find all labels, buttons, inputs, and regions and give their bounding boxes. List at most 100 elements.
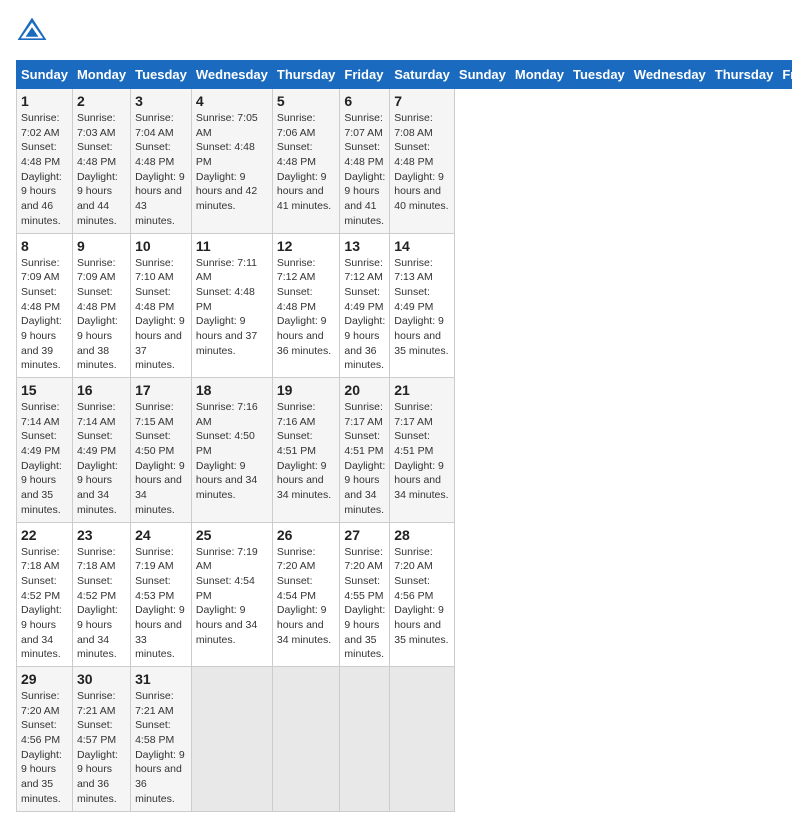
calendar-week-row: 15 Sunrise: 7:14 AM Sunset: 4:49 PM Dayl…: [17, 378, 792, 523]
day-info: Sunrise: 7:19 AM Sunset: 4:53 PM Dayligh…: [135, 545, 187, 663]
calendar-cell: 12 Sunrise: 7:12 AM Sunset: 4:48 PM Dayl…: [272, 233, 340, 378]
sunrise-label: Sunrise: 7:03 AM: [77, 112, 116, 139]
calendar-cell: 13 Sunrise: 7:12 AM Sunset: 4:49 PM Dayl…: [340, 233, 390, 378]
sunrise-label: Sunrise: 7:20 AM: [344, 546, 383, 573]
day-info: Sunrise: 7:12 AM Sunset: 4:49 PM Dayligh…: [344, 256, 385, 374]
calendar-cell: 3 Sunrise: 7:04 AM Sunset: 4:48 PM Dayli…: [131, 89, 192, 234]
sunset-label: Sunset: 4:57 PM: [77, 719, 116, 746]
day-of-week-header: Wednesday: [629, 61, 710, 89]
sunrise-label: Sunrise: 7:09 AM: [21, 257, 60, 284]
calendar-cell: [272, 667, 340, 812]
calendar-cell: 23 Sunrise: 7:18 AM Sunset: 4:52 PM Dayl…: [72, 522, 130, 667]
day-info: Sunrise: 7:16 AM Sunset: 4:51 PM Dayligh…: [277, 400, 336, 503]
day-number: 23: [77, 527, 126, 543]
day-number: 15: [21, 382, 68, 398]
day-info: Sunrise: 7:07 AM Sunset: 4:48 PM Dayligh…: [344, 111, 385, 229]
day-info: Sunrise: 7:12 AM Sunset: 4:48 PM Dayligh…: [277, 256, 336, 359]
calendar-cell: 2 Sunrise: 7:03 AM Sunset: 4:48 PM Dayli…: [72, 89, 130, 234]
day-info: Sunrise: 7:18 AM Sunset: 4:52 PM Dayligh…: [21, 545, 68, 663]
daylight-label: Daylight: 9 hours and 34 minutes.: [77, 604, 118, 660]
day-info: Sunrise: 7:08 AM Sunset: 4:48 PM Dayligh…: [394, 111, 450, 214]
day-info: Sunrise: 7:03 AM Sunset: 4:48 PM Dayligh…: [77, 111, 126, 229]
calendar-cell: 26 Sunrise: 7:20 AM Sunset: 4:54 PM Dayl…: [272, 522, 340, 667]
day-number: 27: [344, 527, 385, 543]
calendar-cell: [340, 667, 390, 812]
day-info: Sunrise: 7:20 AM Sunset: 4:56 PM Dayligh…: [394, 545, 450, 648]
sunrise-label: Sunrise: 7:20 AM: [394, 546, 433, 573]
calendar-cell: 25 Sunrise: 7:19 AM Sunset: 4:54 PM Dayl…: [191, 522, 272, 667]
sunrise-label: Sunrise: 7:20 AM: [277, 546, 316, 573]
sunset-label: Sunset: 4:48 PM: [77, 286, 116, 313]
sunset-label: Sunset: 4:49 PM: [21, 430, 60, 457]
day-of-week-header: Friday: [778, 61, 792, 89]
daylight-label: Daylight: 9 hours and 34 minutes.: [196, 460, 257, 501]
sunset-label: Sunset: 4:53 PM: [135, 575, 174, 602]
calendar-cell: 5 Sunrise: 7:06 AM Sunset: 4:48 PM Dayli…: [272, 89, 340, 234]
day-of-week-header: Thursday: [710, 61, 778, 89]
sunrise-label: Sunrise: 7:20 AM: [21, 690, 60, 717]
sunset-label: Sunset: 4:48 PM: [277, 286, 316, 313]
calendar-cell: 8 Sunrise: 7:09 AM Sunset: 4:48 PM Dayli…: [17, 233, 73, 378]
sunset-label: Sunset: 4:56 PM: [21, 719, 60, 746]
calendar-cell: 15 Sunrise: 7:14 AM Sunset: 4:49 PM Dayl…: [17, 378, 73, 523]
sunset-label: Sunset: 4:54 PM: [196, 575, 255, 602]
sunrise-label: Sunrise: 7:11 AM: [196, 257, 257, 284]
sunset-label: Sunset: 4:55 PM: [344, 575, 383, 602]
day-info: Sunrise: 7:20 AM Sunset: 4:56 PM Dayligh…: [21, 689, 68, 807]
day-of-week-header: Saturday: [390, 61, 455, 89]
sunset-label: Sunset: 4:51 PM: [344, 430, 383, 457]
calendar-cell: [191, 667, 272, 812]
day-info: Sunrise: 7:14 AM Sunset: 4:49 PM Dayligh…: [21, 400, 68, 518]
day-info: Sunrise: 7:04 AM Sunset: 4:48 PM Dayligh…: [135, 111, 187, 229]
daylight-label: Daylight: 9 hours and 36 minutes.: [77, 749, 118, 805]
sunset-label: Sunset: 4:56 PM: [394, 575, 433, 602]
sunrise-label: Sunrise: 7:16 AM: [277, 401, 316, 428]
calendar-cell: 20 Sunrise: 7:17 AM Sunset: 4:51 PM Dayl…: [340, 378, 390, 523]
daylight-label: Daylight: 9 hours and 34 minutes.: [277, 460, 331, 501]
day-number: 4: [196, 93, 268, 109]
day-info: Sunrise: 7:05 AM Sunset: 4:48 PM Dayligh…: [196, 111, 268, 214]
sunrise-label: Sunrise: 7:19 AM: [196, 546, 258, 573]
calendar-cell: 19 Sunrise: 7:16 AM Sunset: 4:51 PM Dayl…: [272, 378, 340, 523]
sunset-label: Sunset: 4:49 PM: [394, 286, 433, 313]
day-info: Sunrise: 7:16 AM Sunset: 4:50 PM Dayligh…: [196, 400, 268, 503]
calendar-cell: 1 Sunrise: 7:02 AM Sunset: 4:48 PM Dayli…: [17, 89, 73, 234]
calendar-cell: 29 Sunrise: 7:20 AM Sunset: 4:56 PM Dayl…: [17, 667, 73, 812]
calendar-cell: 14 Sunrise: 7:13 AM Sunset: 4:49 PM Dayl…: [390, 233, 455, 378]
day-of-week-header: Tuesday: [131, 61, 192, 89]
daylight-label: Daylight: 9 hours and 44 minutes.: [77, 171, 118, 227]
sunrise-label: Sunrise: 7:17 AM: [344, 401, 383, 428]
calendar-week-row: 29 Sunrise: 7:20 AM Sunset: 4:56 PM Dayl…: [17, 667, 792, 812]
daylight-label: Daylight: 9 hours and 41 minutes.: [344, 171, 385, 227]
sunrise-label: Sunrise: 7:14 AM: [77, 401, 116, 428]
sunrise-label: Sunrise: 7:06 AM: [277, 112, 316, 139]
sunrise-label: Sunrise: 7:05 AM: [196, 112, 258, 139]
sunset-label: Sunset: 4:50 PM: [196, 430, 255, 457]
sunrise-label: Sunrise: 7:12 AM: [277, 257, 316, 284]
day-info: Sunrise: 7:19 AM Sunset: 4:54 PM Dayligh…: [196, 545, 268, 648]
day-number: 17: [135, 382, 187, 398]
day-number: 16: [77, 382, 126, 398]
day-number: 3: [135, 93, 187, 109]
sunrise-label: Sunrise: 7:07 AM: [344, 112, 383, 139]
day-of-week-header: Sunday: [454, 61, 510, 89]
sunset-label: Sunset: 4:58 PM: [135, 719, 174, 746]
calendar-cell: 28 Sunrise: 7:20 AM Sunset: 4:56 PM Dayl…: [390, 522, 455, 667]
day-number: 13: [344, 238, 385, 254]
calendar-week-row: 22 Sunrise: 7:18 AM Sunset: 4:52 PM Dayl…: [17, 522, 792, 667]
daylight-label: Daylight: 9 hours and 37 minutes.: [196, 315, 257, 356]
calendar-cell: 6 Sunrise: 7:07 AM Sunset: 4:48 PM Dayli…: [340, 89, 390, 234]
sunrise-label: Sunrise: 7:15 AM: [135, 401, 174, 428]
calendar-cell: 24 Sunrise: 7:19 AM Sunset: 4:53 PM Dayl…: [131, 522, 192, 667]
sunset-label: Sunset: 4:48 PM: [344, 141, 383, 168]
daylight-label: Daylight: 9 hours and 34 minutes.: [196, 604, 257, 645]
day-number: 18: [196, 382, 268, 398]
sunrise-label: Sunrise: 7:10 AM: [135, 257, 174, 284]
day-number: 8: [21, 238, 68, 254]
calendar-cell: 21 Sunrise: 7:17 AM Sunset: 4:51 PM Dayl…: [390, 378, 455, 523]
sunrise-label: Sunrise: 7:21 AM: [135, 690, 174, 717]
daylight-label: Daylight: 9 hours and 34 minutes.: [135, 460, 185, 516]
day-info: Sunrise: 7:20 AM Sunset: 4:54 PM Dayligh…: [277, 545, 336, 648]
sunset-label: Sunset: 4:48 PM: [77, 141, 116, 168]
calendar-cell: 31 Sunrise: 7:21 AM Sunset: 4:58 PM Dayl…: [131, 667, 192, 812]
